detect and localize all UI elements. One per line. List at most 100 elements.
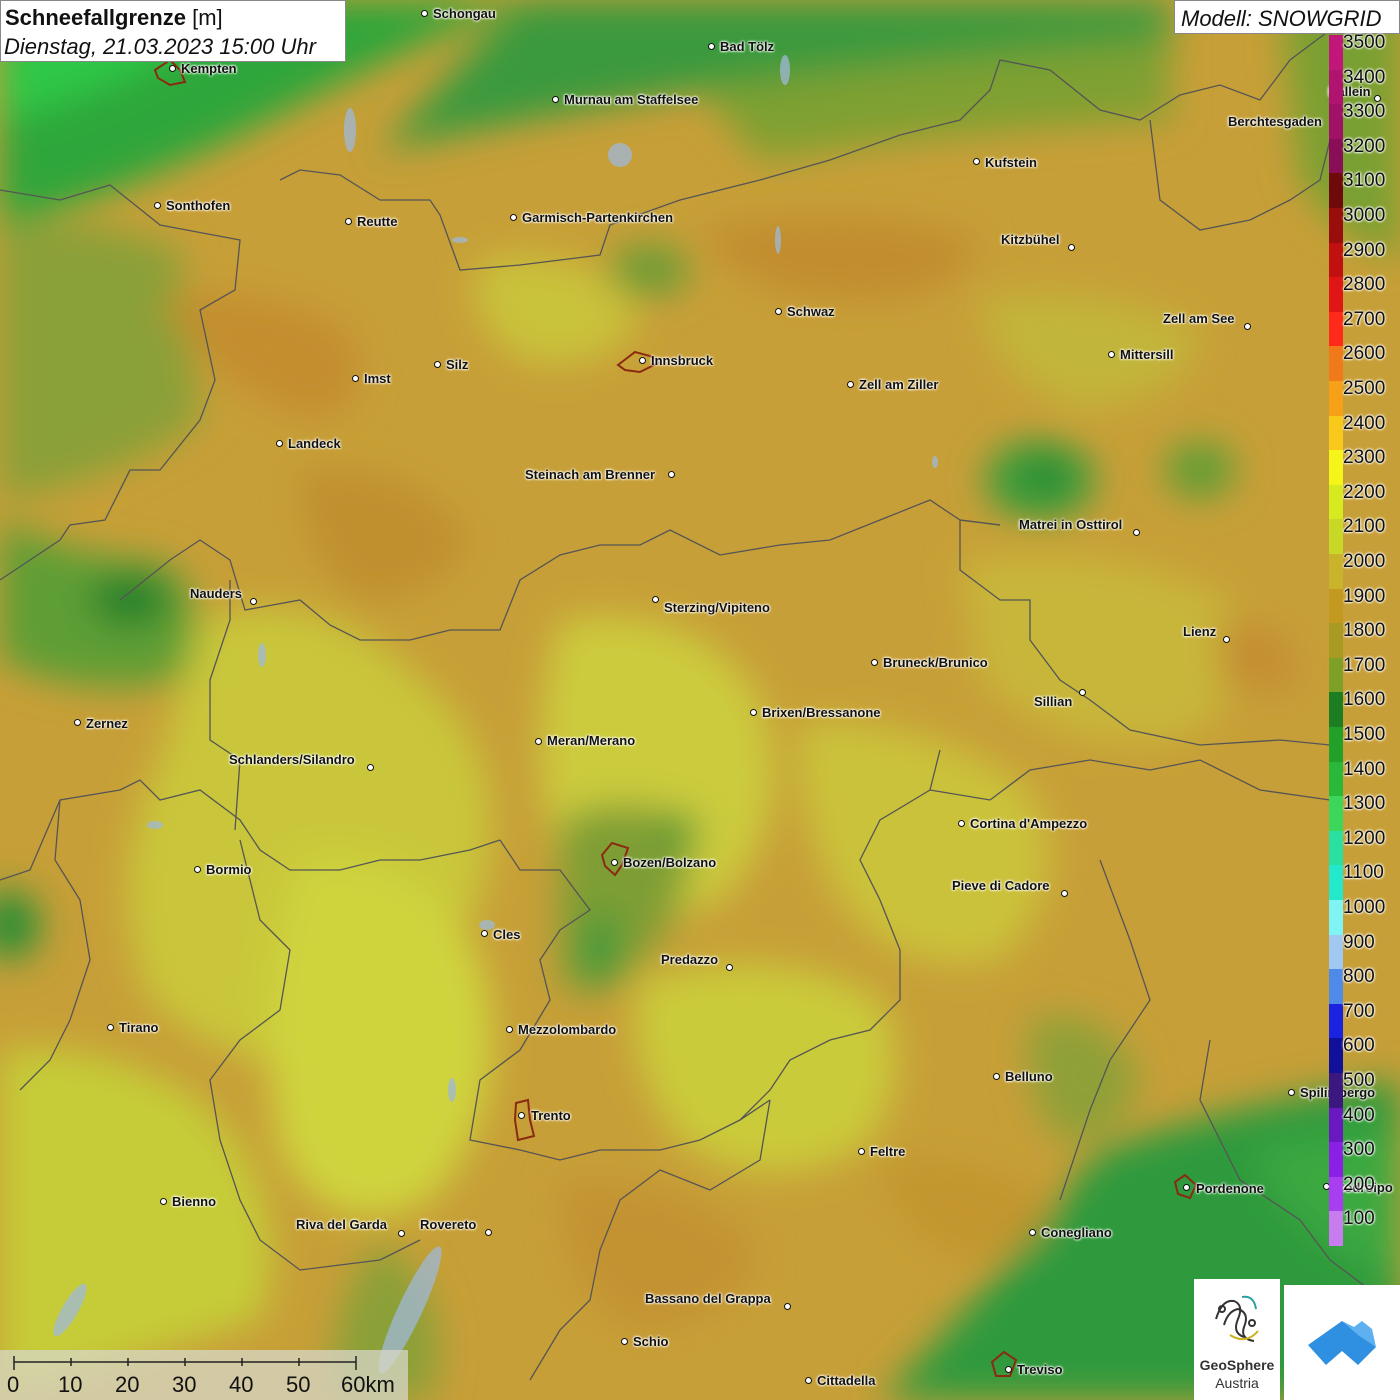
city-marker-matrei-in-osttirol[interactable] [1132, 528, 1140, 536]
scale-tick-50: 50 [286, 1372, 311, 1397]
legend-label-200: 200 [1343, 1173, 1375, 1195]
city-label-schwaz: Schwaz [787, 304, 835, 319]
city-marker-imst[interactable] [351, 374, 359, 382]
city-marker-tirano[interactable] [106, 1023, 114, 1031]
city-marker-kitzb-hel[interactable] [1067, 243, 1075, 251]
city-marker-kempten[interactable] [168, 64, 176, 72]
city-label-landeck: Landeck [288, 436, 341, 451]
city-marker-trento[interactable] [517, 1111, 525, 1119]
city-marker-innsbruck[interactable] [638, 356, 646, 364]
city-marker-feltre[interactable] [857, 1147, 865, 1155]
city-marker-silz[interactable] [433, 360, 441, 368]
city-marker-cles[interactable] [480, 929, 488, 937]
city-marker-landeck[interactable] [275, 439, 283, 447]
city-marker-predazzo[interactable] [725, 963, 733, 971]
legend-label-1100: 1100 [1343, 862, 1384, 884]
city-marker-zell-am-see[interactable] [1243, 322, 1251, 330]
city-marker-treviso[interactable] [1004, 1365, 1012, 1373]
legend-label-3200: 3200 [1343, 135, 1386, 157]
city-marker-sterzing-vipiteno[interactable] [651, 595, 659, 603]
city-marker-nauders[interactable] [249, 597, 257, 605]
legend-swatch-400 [1329, 1107, 1343, 1143]
city-marker-bozen-bolzano[interactable] [610, 858, 618, 866]
city-label-mittersill: Mittersill [1120, 347, 1174, 362]
scale-tick-40: 40 [229, 1372, 254, 1397]
legend-swatch-1500 [1329, 727, 1343, 762]
city-marker-bienno[interactable] [159, 1197, 167, 1205]
legend-label-2800: 2800 [1343, 274, 1386, 296]
city-marker-lienz[interactable] [1222, 635, 1230, 643]
legend-label-1300: 1300 [1343, 793, 1386, 815]
city-marker-sillian[interactable] [1078, 688, 1086, 696]
city-label-matrei-in-osttirol: Matrei in Osttirol [1019, 517, 1123, 532]
city-marker-brixen-bressanone[interactable] [749, 708, 757, 716]
city-marker-schlanders-silandro[interactable] [366, 763, 374, 771]
legend-swatch-2100 [1329, 519, 1343, 554]
city-marker-garmisch-partenkirchen[interactable] [509, 213, 517, 221]
city-label-zernez: Zernez [86, 716, 128, 731]
city-label-garmisch-partenkirchen: Garmisch-Partenkirchen [522, 210, 674, 225]
city-marker-mezzolombardo[interactable] [505, 1025, 513, 1033]
geosphere-emblem-icon [1215, 1295, 1259, 1342]
scale-tick-20: 20 [115, 1372, 140, 1397]
legend-label-700: 700 [1343, 1000, 1375, 1022]
city-marker-zernez[interactable] [73, 718, 81, 726]
city-label-mezzolombardo: Mezzolombardo [518, 1022, 617, 1037]
city-label-belluno: Belluno [1005, 1069, 1053, 1084]
forecast-datetime: Dienstag, 21.03.2023 15:00 Uhr [4, 34, 316, 59]
city-marker-rovereto[interactable] [484, 1228, 492, 1236]
city-label-nauders: Nauders [190, 586, 243, 601]
city-label-conegliano: Conegliano [1041, 1225, 1112, 1240]
geosphere-logo-subtext: Austria [1215, 1375, 1259, 1391]
city-label-predazzo: Predazzo [661, 952, 719, 967]
city-marker-conegliano[interactable] [1028, 1228, 1036, 1236]
city-marker-bad-t-lz[interactable] [707, 42, 715, 50]
legend-label-3500: 3500 [1343, 32, 1386, 53]
city-marker-sonthofen[interactable] [153, 201, 161, 209]
legend-swatch-1400 [1329, 761, 1343, 797]
city-marker-bruneck-brunico[interactable] [870, 658, 878, 666]
legend-swatch-2000 [1329, 554, 1343, 589]
city-marker-pordenone[interactable] [1182, 1183, 1190, 1191]
city-marker-kufstein[interactable] [972, 157, 980, 165]
city-marker-cortina-d-ampezzo[interactable] [957, 819, 965, 827]
legend-label-2700: 2700 [1343, 308, 1386, 330]
legend-swatch-3500 [1329, 35, 1343, 70]
legend-label-1700: 1700 [1343, 654, 1386, 676]
city-marker-belluno[interactable] [992, 1072, 1000, 1080]
city-marker-cittadella[interactable] [804, 1376, 812, 1384]
city-label-treviso: Treviso [1017, 1362, 1063, 1377]
city-label-sonthofen: Sonthofen [166, 198, 231, 213]
city-marker-murnau-am-staffelsee[interactable] [551, 95, 559, 103]
city-marker-bormio[interactable] [193, 865, 201, 873]
legend-label-300: 300 [1343, 1139, 1375, 1161]
city-marker-schio[interactable] [620, 1337, 628, 1345]
city-marker-schwaz[interactable] [774, 307, 782, 315]
city-marker-meran-merano[interactable] [534, 737, 542, 745]
map-title: Schneefallgrenze [m] [5, 5, 223, 31]
legend-label-3400: 3400 [1343, 66, 1386, 88]
city-label-meran-merano: Meran/Merano [547, 733, 636, 748]
city-marker-schongau[interactable] [420, 9, 428, 17]
legend-swatch-3000 [1329, 208, 1343, 243]
city-marker-pieve-di-cadore[interactable] [1060, 889, 1068, 897]
legend-label-2000: 2000 [1343, 551, 1386, 572]
scale-tick-10: 10 [58, 1372, 83, 1397]
city-marker-spilimbergo[interactable] [1287, 1088, 1295, 1096]
city-marker-mittersill[interactable] [1107, 350, 1115, 358]
city-marker-riva-del-garda[interactable] [397, 1229, 405, 1237]
city-marker-zell-am-ziller[interactable] [846, 380, 854, 388]
model-label: Modell: SNOWGRID [1181, 6, 1382, 31]
geosphere-logo[interactable]: GeoSphere Austria [1194, 1279, 1280, 1400]
city-marker-reutte[interactable] [344, 217, 352, 225]
legend-swatch-3300 [1329, 104, 1343, 139]
city-marker-bassano-del-grappa[interactable] [783, 1302, 791, 1310]
city-label-feltre: Feltre [870, 1144, 906, 1159]
city-label-innsbruck: Innsbruck [651, 353, 714, 368]
app-logo[interactable] [1284, 1285, 1400, 1400]
legend-label-2400: 2400 [1343, 412, 1386, 434]
city-marker-steinach-am-brenner[interactable] [667, 470, 675, 478]
city-label-murnau-am-staffelsee: Murnau am Staffelsee [564, 92, 699, 107]
legend-swatch-700 [1329, 1003, 1343, 1039]
legend-swatch-2400 [1329, 415, 1343, 451]
